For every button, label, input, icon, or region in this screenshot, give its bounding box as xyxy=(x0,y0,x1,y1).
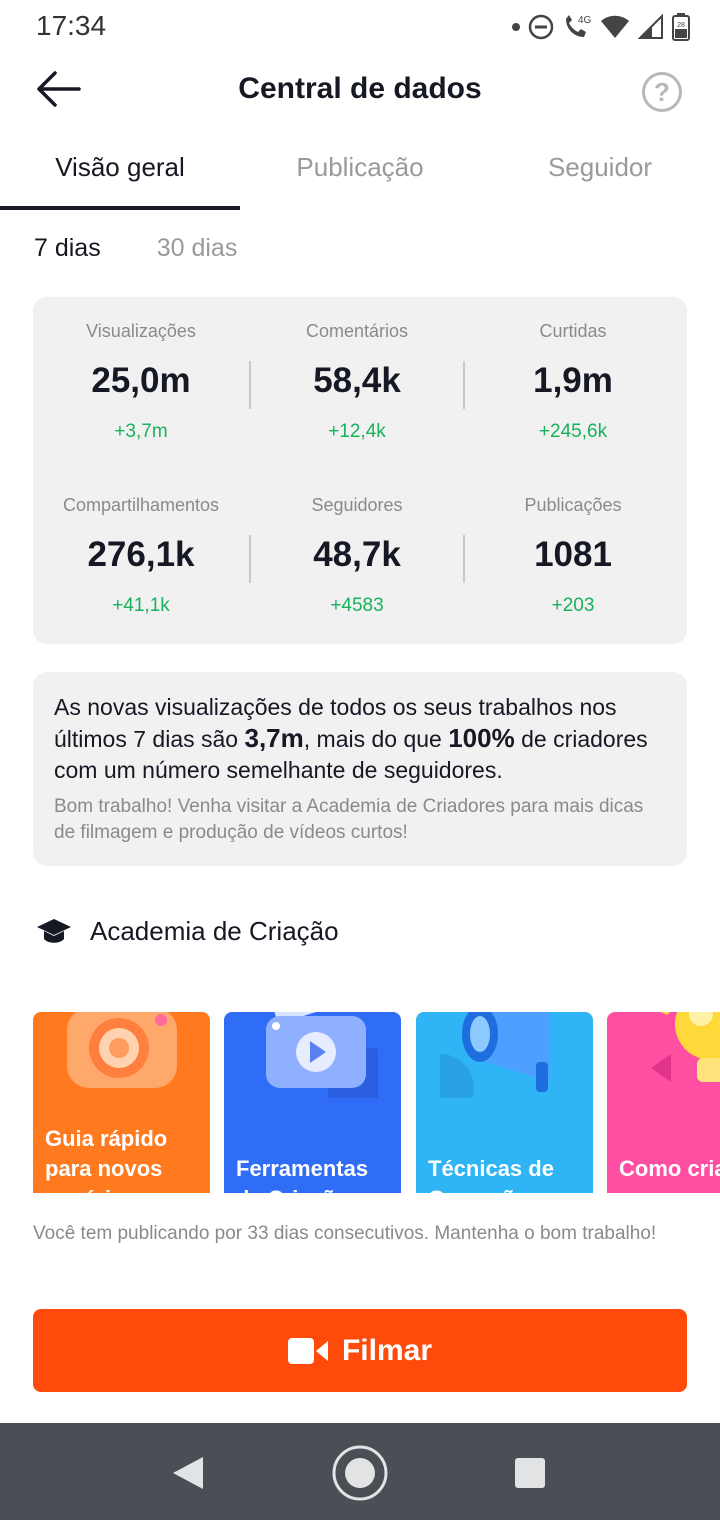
tab-bar: Visão geral Publicação Seguidor xyxy=(0,130,720,210)
status-bar: 17:34 4G 28 xyxy=(0,0,720,56)
stat-delta: +245,6k xyxy=(538,421,608,442)
academy-card-quick-guide[interactable]: Guia rápido para novos usuários xyxy=(33,1012,210,1200)
signal-icon xyxy=(638,14,663,39)
insight-text-part: , mais do que xyxy=(303,726,449,752)
stat-delta: +4583 xyxy=(330,595,384,616)
film-button-label: Filmar xyxy=(341,1333,433,1367)
stat-value: 276,1k xyxy=(87,535,195,574)
stat-likes[interactable]: Curtidas 1,9m +245,6k xyxy=(465,321,681,443)
circle-home-icon xyxy=(332,1445,388,1501)
do-not-disturb-icon xyxy=(528,14,554,40)
megaphone-icon xyxy=(440,1012,550,1098)
tab-follower[interactable]: Seguidor xyxy=(480,130,720,210)
stats-row: Compartilhamentos 276,1k +41,1k Seguidor… xyxy=(33,495,687,635)
period-30-days[interactable]: 30 dias xyxy=(157,234,238,263)
stat-value: 1,9m xyxy=(533,361,613,400)
stats-card: Visualizações 25,0m +3,7m Comentários 58… xyxy=(33,297,687,644)
academy-card-title: Guia rápido para novos usuários xyxy=(45,1126,168,1200)
stat-views[interactable]: Visualizações 25,0m +3,7m xyxy=(33,321,249,443)
film-button[interactable]: Filmar xyxy=(33,1309,687,1392)
stat-value: 1081 xyxy=(534,535,612,574)
stat-posts[interactable]: Publicações 1081 +203 xyxy=(465,495,681,617)
stat-delta: +203 xyxy=(551,595,595,616)
academy-title: Academia de Criação xyxy=(90,916,339,946)
page-title: Central de dados xyxy=(238,72,482,105)
question-icon: ? xyxy=(654,76,670,107)
network-label: 4G xyxy=(578,15,592,26)
insight-highlight-percent: 100% xyxy=(448,723,515,753)
stat-label: Compartilhamentos xyxy=(62,495,220,515)
stat-label: Publicações xyxy=(524,495,622,515)
square-recents-icon xyxy=(515,1458,545,1488)
notification-dot-icon xyxy=(512,23,520,31)
video-camera-icon xyxy=(287,1337,328,1364)
academy-header: Academia de Criação xyxy=(36,916,339,947)
battery-level: 28 xyxy=(677,22,685,29)
stat-delta: +12,4k xyxy=(328,421,386,442)
phone-4g-icon: 4G xyxy=(566,15,592,37)
streak-text: Você tem publicando por 33 dias consecut… xyxy=(33,1223,657,1244)
stats-row: Visualizações 25,0m +3,7m Comentários 58… xyxy=(33,321,687,461)
stat-label: Comentários xyxy=(305,321,409,341)
insight-card: As novas visualizações de todos os seus … xyxy=(33,672,687,866)
stat-value: 48,7k xyxy=(313,535,401,574)
nav-back-button[interactable] xyxy=(158,1443,218,1503)
nav-home-button[interactable] xyxy=(330,1443,390,1503)
clapperboard-icon xyxy=(266,1012,378,1098)
insight-text: As novas visualizações de todos os seus … xyxy=(54,692,667,786)
stat-delta: +41,1k xyxy=(112,595,170,616)
tab-publication[interactable]: Publicação xyxy=(240,130,480,210)
academy-card-characters[interactable]: Como criar personagens xyxy=(607,1012,720,1200)
stat-comments[interactable]: Comentários 58,4k +12,4k xyxy=(249,321,465,443)
academy-card-recording[interactable]: Técnicas de Gravação xyxy=(416,1012,593,1200)
status-time: 17:34 xyxy=(36,10,107,41)
period-selector: 7 dias 30 dias xyxy=(34,234,237,263)
stat-label: Curtidas xyxy=(539,321,607,341)
lightbulb-icon xyxy=(651,1012,720,1082)
help-button[interactable]: ? xyxy=(642,72,682,112)
bottom-panel: Você tem publicando por 33 dias consecut… xyxy=(0,1193,720,1423)
academy-card-tools[interactable]: Ferramentas de Criação xyxy=(224,1012,401,1200)
stat-label: Seguidores xyxy=(311,495,403,515)
stat-value: 25,0m xyxy=(91,361,191,400)
camera-icon xyxy=(67,1012,177,1088)
system-nav-bar xyxy=(0,1423,720,1520)
battery-icon: 28 xyxy=(672,13,690,41)
tab-overview[interactable]: Visão geral xyxy=(0,130,240,210)
status-icons: 4G 28 xyxy=(512,12,690,42)
stat-delta: +3,7m xyxy=(114,421,168,442)
wifi-icon xyxy=(601,15,629,38)
stat-label: Visualizações xyxy=(86,321,196,341)
period-7-days[interactable]: 7 dias xyxy=(34,234,101,263)
header: Central de dados ? xyxy=(0,56,720,126)
insight-highlight-views: 3,7m xyxy=(244,723,304,753)
stat-value: 58,4k xyxy=(313,361,401,400)
stat-followers[interactable]: Seguidores 48,7k +4583 xyxy=(249,495,465,617)
stat-shares[interactable]: Compartilhamentos 276,1k +41,1k xyxy=(33,495,249,617)
triangle-back-icon xyxy=(173,1457,203,1489)
nav-recents-button[interactable] xyxy=(500,1443,560,1503)
academy-carousel[interactable]: Guia rápido para novos usuários Ferramen… xyxy=(33,980,720,1200)
insight-subtext: Bom trabalho! Venha visitar a Academia d… xyxy=(54,796,644,843)
graduation-cap-icon xyxy=(37,918,71,943)
